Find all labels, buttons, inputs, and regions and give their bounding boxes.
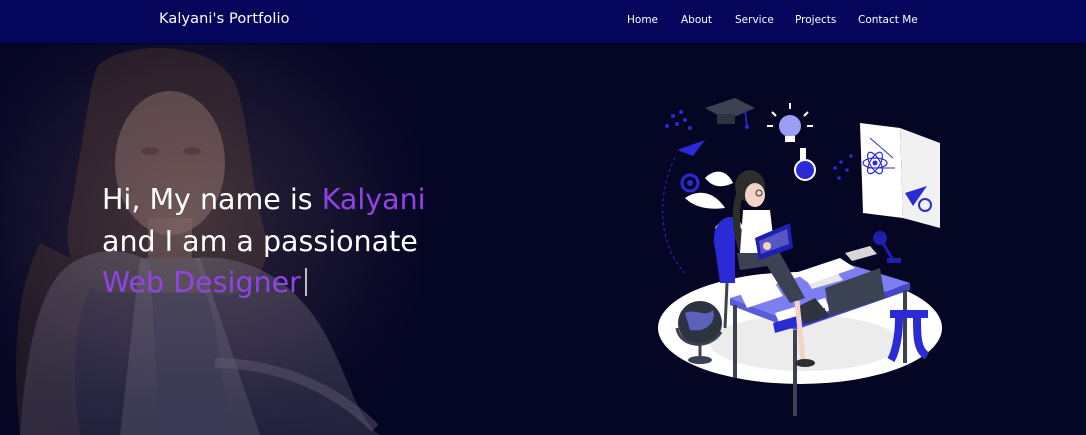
lightbulb-icon xyxy=(767,103,813,142)
paper-plane-icon xyxy=(677,140,705,156)
navbar: Kalyani's Portfolio Home About Service P… xyxy=(0,0,1086,43)
whiteboard-icon xyxy=(860,123,940,228)
hero-intro-text: Hi, My name is xyxy=(102,183,322,216)
hero-section: Hi, My name is Kalyani and I am a passio… xyxy=(0,43,1086,435)
flask-icon xyxy=(794,148,816,181)
nav-links: Home About Service Projects Contact Me xyxy=(0,14,1086,30)
hero-heading: Hi, My name is Kalyani and I am a passio… xyxy=(102,179,426,304)
nav-link-contact-me[interactable]: Contact Me xyxy=(858,14,918,26)
nav-link-service[interactable]: Service xyxy=(735,14,774,26)
hero-illustration xyxy=(658,98,942,416)
hero-line-1: Hi, My name is Kalyani xyxy=(102,179,426,221)
gear-icon xyxy=(680,173,700,193)
nav-link-projects[interactable]: Projects xyxy=(795,14,836,26)
hero-name: Kalyani xyxy=(321,183,426,216)
graduation-cap-icon xyxy=(705,98,755,129)
typing-cursor xyxy=(304,268,307,296)
hero-line-2: and I am a passionate xyxy=(102,224,418,258)
nav-link-about[interactable]: About xyxy=(681,14,712,26)
desk-lamp-icon xyxy=(873,231,901,263)
typed-role-text: Web Designer xyxy=(102,266,301,299)
molecule-dots-icon xyxy=(665,110,692,130)
nav-link-home[interactable]: Home xyxy=(627,14,658,26)
hero-line-3: Web Designer xyxy=(102,262,426,304)
